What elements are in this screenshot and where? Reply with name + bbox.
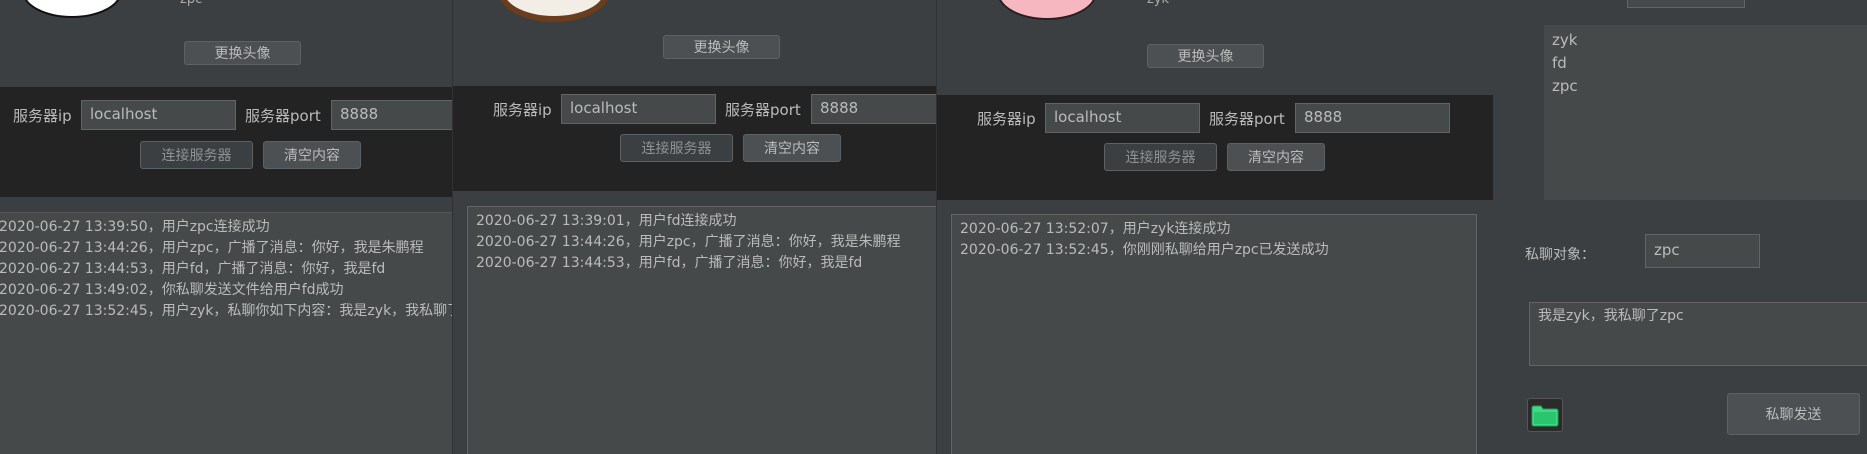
server-port-field[interactable]: 8888 (1295, 103, 1450, 133)
online-user-list: zyk fd zpc (1544, 25, 1867, 200)
log-line: 2020-06-27 13:39:01，用户fd连接成功 (476, 213, 737, 229)
avatar-image (498, 0, 610, 22)
username-label: zyk (1147, 0, 1169, 7)
log-line: 2020-06-27 13:52:45，用户zyk，私聊你如下内容：我是zyk，… (0, 303, 452, 319)
message-log: 2020-06-27 13:39:01，用户fd连接成功 2020-06-27 … (467, 206, 936, 454)
private-message-input[interactable]: 我是zyk，我私聊了zpc (1529, 302, 1867, 366)
server-ip-field[interactable]: localhost (81, 100, 236, 130)
folder-icon (1531, 405, 1559, 427)
private-target-field[interactable]: zpc (1645, 234, 1760, 268)
clear-content-button[interactable]: 清空内容 (743, 134, 841, 162)
log-line: 2020-06-27 13:52:07，用户zyk连接成功 (960, 221, 1231, 237)
message-log: 2020-06-27 13:52:07，用户zyk连接成功 2020-06-27… (951, 214, 1477, 454)
log-line: 2020-06-27 13:52:45，你刚刚私聊给用户zpc已发送成功 (960, 242, 1329, 258)
server-port-label: 服务器port (1209, 110, 1285, 128)
server-port-field[interactable]: 8888 (331, 100, 452, 130)
connect-server-button[interactable]: 连接服务器 (1104, 143, 1217, 171)
top-right-field[interactable] (1627, 0, 1745, 8)
log-line: 2020-06-27 13:44:53，用户fd，广播了消息：你好，我是fd (0, 261, 386, 277)
avatar-image (22, 0, 122, 18)
server-ip-label: 服务器ip (13, 107, 72, 125)
change-avatar-button[interactable]: 更换头像 (184, 41, 301, 65)
message-log: 2020-06-27 13:39:50，用户zpc连接成功 2020-06-27… (0, 212, 452, 454)
log-line: 2020-06-27 13:44:26，用户zpc，广播了消息：你好，我是朱鹏程 (476, 234, 901, 250)
client-window-zpc: zpc 更换头像 服务器ip localhost 服务器port 8888 连接… (0, 0, 452, 454)
server-ip-label: 服务器ip (977, 110, 1036, 128)
change-avatar-button[interactable]: 更换头像 (1147, 44, 1264, 68)
online-user-item[interactable]: zyk (1552, 29, 1860, 52)
change-avatar-button[interactable]: 更换头像 (663, 35, 780, 59)
client-window-fd: 更换头像 服务器ip localhost 服务器port 8888 连接服务器 … (452, 0, 936, 454)
online-user-item[interactable]: fd (1552, 52, 1860, 75)
client-window-zyk: zyk 更换头像 服务器ip localhost 服务器port 8888 连接… (936, 0, 1867, 454)
log-line: 2020-06-27 13:49:02，你私聊发送文件给用户fd成功 (0, 282, 344, 298)
server-ip-label: 服务器ip (493, 101, 552, 119)
connect-server-button[interactable]: 连接服务器 (140, 141, 253, 169)
username-label: zpc (180, 0, 202, 7)
server-ip-field[interactable]: localhost (1045, 103, 1200, 133)
log-line: 2020-06-27 13:39:50，用户zpc连接成功 (0, 219, 270, 235)
avatar-image (997, 0, 1097, 20)
clear-content-button[interactable]: 清空内容 (1227, 143, 1325, 171)
server-ip-field[interactable]: localhost (561, 94, 716, 124)
log-line: 2020-06-27 13:44:53，用户fd，广播了消息：你好，我是fd (476, 255, 863, 271)
private-send-button[interactable]: 私聊发送 (1727, 393, 1860, 435)
clear-content-button[interactable]: 清空内容 (263, 141, 361, 169)
server-port-label: 服务器port (245, 107, 321, 125)
private-target-label: 私聊对象： (1525, 247, 1595, 263)
send-file-button[interactable] (1527, 398, 1563, 432)
server-port-field[interactable]: 8888 (811, 94, 936, 124)
connect-server-button[interactable]: 连接服务器 (620, 134, 733, 162)
server-port-label: 服务器port (725, 101, 801, 119)
online-user-item[interactable]: zpc (1552, 75, 1860, 98)
log-line: 2020-06-27 13:44:26，用户zpc，广播了消息：你好，我是朱鹏程 (0, 240, 424, 256)
